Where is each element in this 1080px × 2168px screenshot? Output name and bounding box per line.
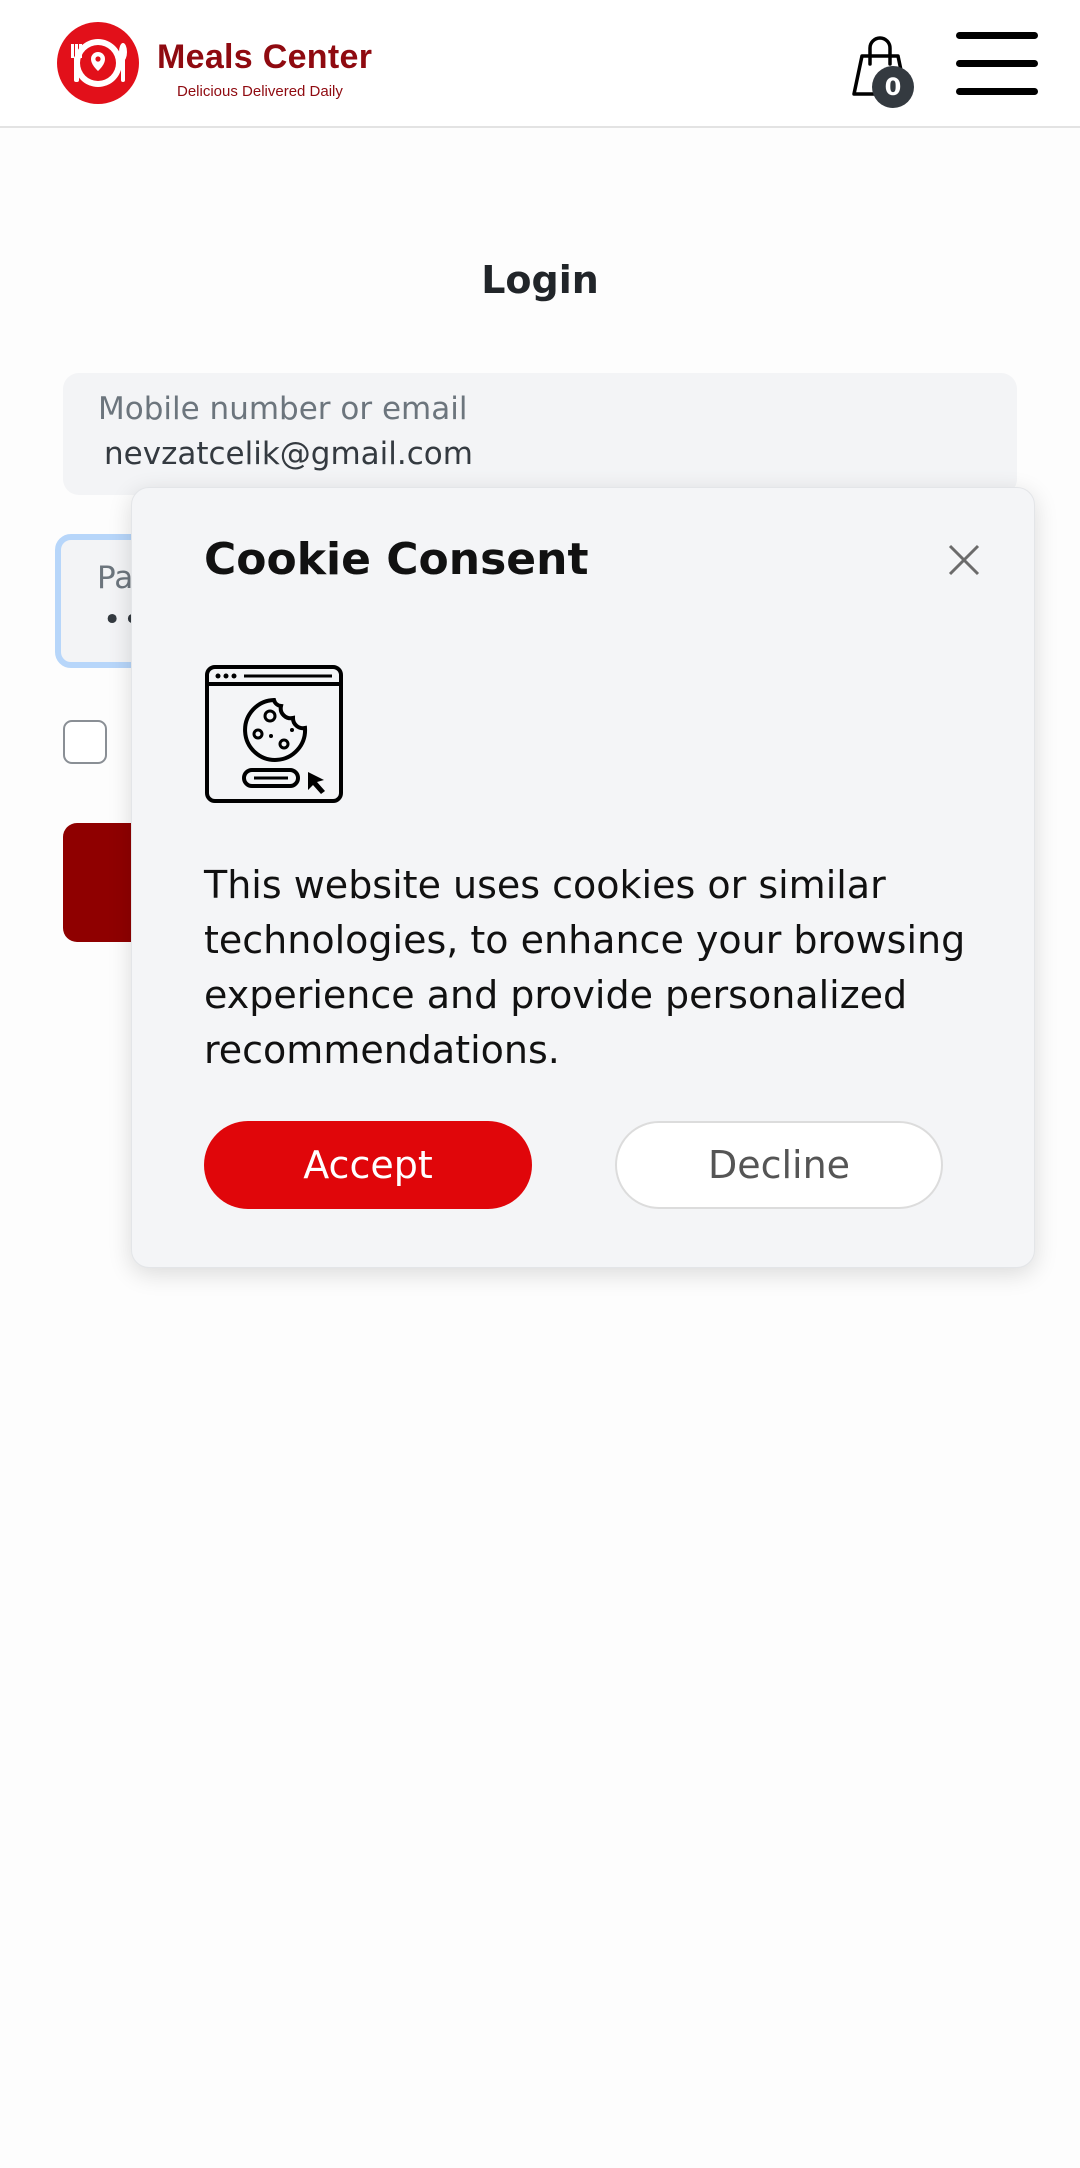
cookie-consent-dialog: Cookie Consent This website uses cookies… xyxy=(131,487,1035,1268)
page-title: Login xyxy=(481,258,599,302)
hamburger-menu-icon[interactable] xyxy=(954,30,1040,98)
close-icon[interactable] xyxy=(946,542,982,578)
cookie-consent-message: This website uses cookies or similar tec… xyxy=(204,863,966,1072)
cart-count-badge: 0 xyxy=(872,66,914,108)
cart-button[interactable]: 0 xyxy=(848,30,914,108)
cookie-consent-title: Cookie Consent xyxy=(204,534,589,585)
email-field-label: Mobile number or email xyxy=(98,391,468,427)
decline-cookies-button[interactable]: Decline xyxy=(615,1121,943,1209)
brand-name: Meals Center xyxy=(157,38,373,76)
site-header: Meals Center Delicious Delivered Daily 0 xyxy=(0,0,1080,128)
password-field-label: Pa xyxy=(97,560,134,596)
email-field[interactable]: Mobile number or email nevzatcelik@gmail… xyxy=(63,373,1017,495)
accept-cookies-button[interactable]: Accept xyxy=(204,1121,532,1209)
remember-me-checkbox[interactable] xyxy=(63,720,107,764)
cookie-browser-icon xyxy=(205,665,343,803)
page: Meals Center Delicious Delivered Daily 0… xyxy=(0,0,1080,2168)
brand-logo[interactable]: Meals Center Delicious Delivered Daily xyxy=(57,22,417,108)
logo-icon xyxy=(57,22,139,104)
brand-tagline: Delicious Delivered Daily xyxy=(177,83,343,100)
email-field-value[interactable]: nevzatcelik@gmail.com xyxy=(104,436,473,472)
